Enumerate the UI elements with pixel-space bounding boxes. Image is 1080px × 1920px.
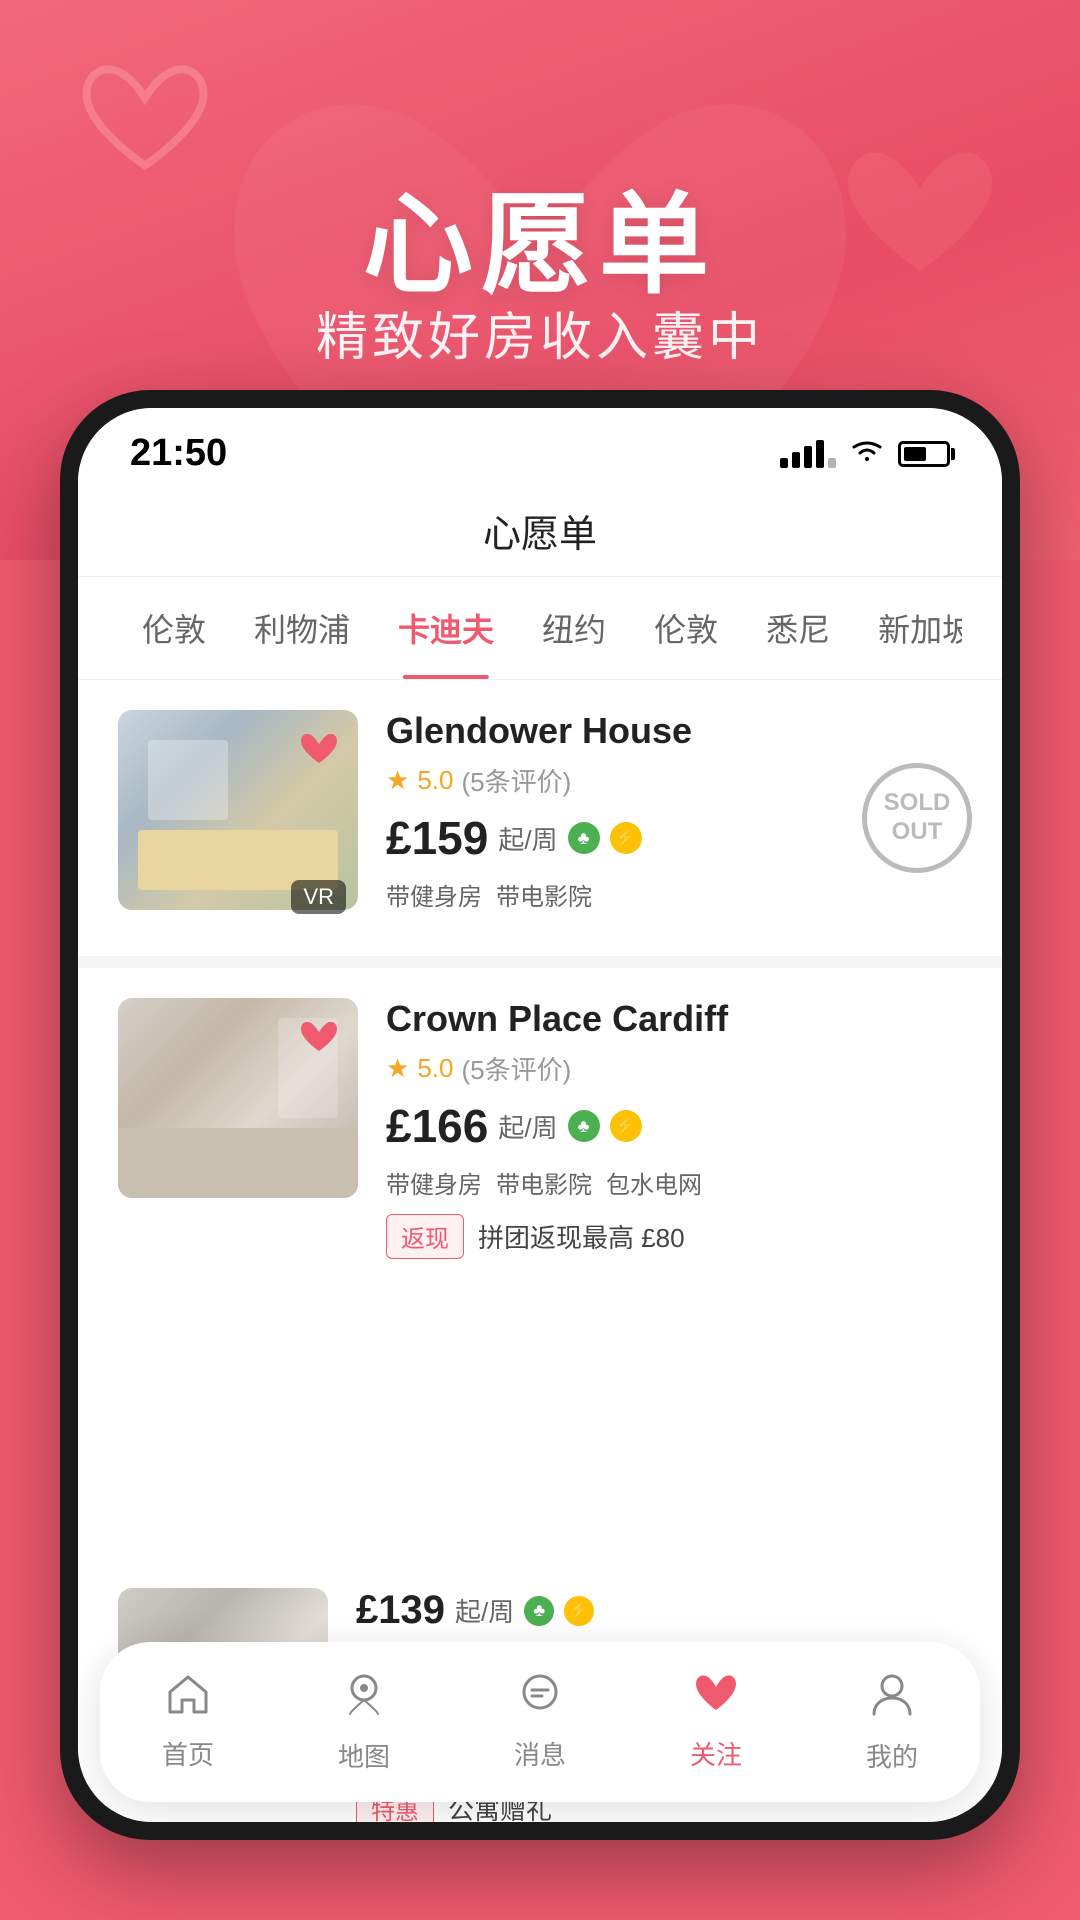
property-image-wrap-2 (118, 998, 358, 1259)
feature-icon-green-3: ♣ (524, 1596, 554, 1626)
star-icon-2: ★ (386, 1053, 409, 1084)
heart-icon (692, 1672, 740, 1725)
amenity-gym-2: 带健身房 (386, 1165, 482, 1200)
amenities-row-2: 带健身房 带电影院 包水电网 (386, 1165, 962, 1200)
heart-outline-tl (80, 60, 210, 180)
map-icon (342, 1670, 386, 1727)
vr-badge: VR (291, 880, 346, 914)
status-time: 21:50 (130, 432, 227, 475)
battery-icon (898, 441, 950, 467)
cashback-text-2: 拼团返现最高 £80 (478, 1218, 685, 1255)
amenity-gym-1: 带健身房 (386, 877, 482, 912)
property-image-wrap-1: VR (118, 710, 358, 926)
price-unit-2: 起/周 (498, 1108, 557, 1145)
tab-singapore[interactable]: 新加坡 (854, 577, 962, 679)
status-bar: 21:50 (78, 408, 1002, 483)
price-unit-3: 起/周 (455, 1592, 514, 1629)
tab-map[interactable]: 地图 (284, 1670, 444, 1774)
tab-profile-label: 我的 (866, 1737, 918, 1774)
phone-mockup: 21:50 (60, 390, 1020, 1840)
tab-sydney[interactable]: 悉尼 (742, 577, 854, 679)
price-row-2: £166 起/周 ♣ ⚡ (386, 1099, 962, 1153)
signal-icon (780, 440, 836, 468)
tab-newyork[interactable]: 纽约 (518, 577, 630, 679)
price-main-3: £139 (356, 1588, 445, 1633)
tab-message-label: 消息 (514, 1735, 566, 1772)
price-main-1: £159 (386, 811, 488, 865)
heart-outline-tr (840, 140, 1000, 290)
property-info-2: Crown Place Cardiff ★ 5.0 (5条评价) £166 起/… (386, 998, 962, 1259)
tab-favorite[interactable]: 关注 (636, 1672, 796, 1772)
wifi-icon (850, 437, 884, 471)
rating-value-1: 5.0 (417, 765, 453, 796)
tab-bar: 首页 地图 (100, 1642, 980, 1802)
tab-profile[interactable]: 我的 (812, 1670, 972, 1774)
cashback-badge-2: 返现 (386, 1214, 464, 1259)
price-unit-1: 起/周 (498, 820, 557, 857)
tab-home-label: 首页 (162, 1735, 214, 1772)
bg-title: 心愿单 (363, 155, 717, 315)
promo-row-2: 返现 拼团返现最高 £80 (386, 1214, 962, 1259)
page-title-bar: 心愿单 (78, 483, 1002, 577)
tab-london2[interactable]: 伦敦 (630, 577, 742, 679)
city-tabs: 伦敦 利物浦 卡迪夫 纽约 伦敦 悉尼 新加坡 (78, 577, 1002, 680)
review-count-1: (5条评价) (461, 762, 571, 799)
feature-icon-yellow-2: ⚡ (610, 1110, 642, 1142)
amenity-cinema-1: 带电影院 (496, 877, 592, 912)
bg-subtitle: 精致好房收入囊中 (316, 295, 764, 370)
page-title: 心愿单 (483, 514, 597, 556)
home-icon (164, 1672, 212, 1725)
review-count-2: (5条评价) (461, 1050, 571, 1087)
status-icons (780, 437, 950, 471)
property-card-1[interactable]: VR Glendower House ★ 5.0 (5条评价) £159 起/周… (78, 680, 1002, 956)
phone-screen: 21:50 (78, 408, 1002, 1822)
feature-icon-yellow-3: ⚡ (564, 1596, 594, 1626)
rating-value-2: 5.0 (417, 1053, 453, 1084)
property-name-1: Glendower House (386, 710, 962, 752)
feature-icon-green-1: ♣ (568, 822, 600, 854)
tab-home[interactable]: 首页 (108, 1672, 268, 1772)
price-main-2: £166 (386, 1099, 488, 1153)
property-name-2: Crown Place Cardiff (386, 998, 962, 1040)
sold-out-badge: SOLD OUT (862, 763, 972, 873)
amenities-row-1: 带健身房 带电影院 (386, 877, 962, 912)
rating-row-2: ★ 5.0 (5条评价) (386, 1050, 962, 1087)
feature-icon-green-2: ♣ (568, 1110, 600, 1142)
tab-favorite-label: 关注 (690, 1735, 742, 1772)
star-icon-1: ★ (386, 765, 409, 796)
property-card-2[interactable]: Crown Place Cardiff ★ 5.0 (5条评价) £166 起/… (78, 968, 1002, 1289)
tab-london1[interactable]: 伦敦 (118, 577, 230, 679)
tab-cardiff[interactable]: 卡迪夫 (374, 577, 518, 679)
feature-icon-yellow-1: ⚡ (610, 822, 642, 854)
favorite-button-1[interactable] (294, 724, 344, 774)
tab-map-label: 地图 (338, 1737, 390, 1774)
favorite-button-2[interactable] (294, 1012, 344, 1062)
tab-liverpool[interactable]: 利物浦 (230, 577, 374, 679)
tab-message[interactable]: 消息 (460, 1672, 620, 1772)
person-icon (868, 1670, 916, 1727)
amenity-utilities-2: 包水电网 (606, 1165, 702, 1200)
message-icon (516, 1672, 564, 1725)
amenity-cinema-2: 带电影院 (496, 1165, 592, 1200)
price-row-3: £139 起/周 ♣ ⚡ (356, 1588, 962, 1633)
